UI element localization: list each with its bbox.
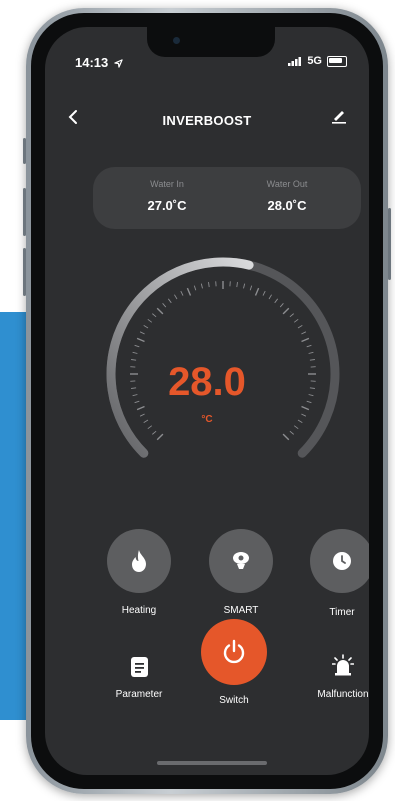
dial-tick (289, 430, 294, 435)
water-out-value: 28.0˚C (267, 198, 307, 213)
dial-tick (174, 294, 178, 300)
dial-tick (282, 433, 290, 441)
dial-tick (180, 290, 184, 296)
volume-up-button (23, 188, 26, 236)
water-out: Water Out 28.0˚C (227, 179, 347, 213)
dial-tick (243, 283, 246, 289)
dial-tick (262, 290, 266, 296)
dial-tick (301, 337, 310, 343)
smart-button[interactable] (209, 529, 273, 593)
location-arrow-icon (114, 59, 123, 68)
clock-icon (333, 552, 351, 570)
home-indicator (157, 761, 267, 765)
dial-tick (143, 325, 149, 329)
switch-label: Switch (219, 695, 249, 706)
camera-icon (173, 37, 180, 44)
app-screen: 14:13 5G INVERBOOST Water In 27.0˚C Wate… (45, 27, 369, 775)
temperature-value: 28.0 (168, 360, 246, 404)
dial-tick (200, 283, 203, 289)
document-icon (130, 657, 148, 677)
dial-tick (293, 425, 299, 430)
dial-tick (139, 331, 145, 335)
flame-icon (132, 550, 146, 572)
dial-tick (132, 351, 138, 354)
edit-icon[interactable] (331, 108, 347, 129)
dial-tick (308, 351, 314, 354)
water-in-label: Water In (150, 179, 184, 189)
water-temperature-card: Water In 27.0˚C Water Out 28.0˚C (93, 167, 361, 229)
dial-tick (134, 344, 140, 348)
water-out-label: Water Out (266, 179, 308, 189)
dial-tick (208, 282, 210, 288)
network-label: 5G (307, 55, 322, 67)
dial-tick (274, 298, 279, 304)
dial-tick (236, 282, 238, 288)
phone-frame: 14:13 5G INVERBOOST Water In 27.0˚C Wate… (23, 8, 391, 794)
page-title: INVERBOOST (162, 113, 252, 128)
timer-button[interactable] (310, 529, 369, 593)
heating-label: Heating (121, 605, 157, 616)
dial-tick (156, 307, 164, 315)
signal-icon (288, 56, 302, 66)
power-icon (223, 639, 245, 664)
dial-tick (282, 307, 290, 315)
dial-tick (279, 303, 284, 308)
smart-label: SMART (223, 605, 259, 616)
dial-tick (297, 325, 303, 329)
dial-tick (167, 298, 172, 304)
timer-label: Timer (329, 607, 355, 618)
dial-tick (268, 294, 272, 300)
malfunction-label: Malfunction (317, 689, 369, 700)
power-side-button (388, 208, 391, 280)
bezel: 14:13 5G INVERBOOST Water In 27.0˚C Wate… (31, 13, 383, 789)
status-indicators: 5G (288, 55, 347, 67)
dial-tick (136, 337, 145, 343)
switch-button[interactable] (201, 619, 267, 685)
battery-icon (327, 55, 347, 67)
temperature-unit: °C (201, 414, 213, 425)
dial-tick (162, 303, 167, 308)
dial-tick (152, 313, 157, 318)
notch (147, 27, 275, 57)
dial-tick (136, 405, 145, 411)
alarm-icon (332, 654, 354, 676)
dial-tick (249, 285, 253, 291)
dial-tick (289, 313, 294, 318)
status-time: 14:13 (75, 55, 123, 70)
dial-tick (293, 318, 299, 323)
dial-tick (193, 285, 197, 291)
water-in-value: 27.0˚C (147, 198, 187, 213)
dial-tick (254, 287, 260, 296)
heating-button[interactable] (107, 529, 171, 593)
parameter-button[interactable] (127, 655, 151, 679)
dial-tick (301, 331, 307, 335)
water-in: Water In 27.0˚C (107, 179, 227, 213)
dial-tick (186, 287, 192, 296)
dial-tick (152, 430, 157, 435)
smart-icon (233, 552, 249, 569)
dial-tick (306, 344, 312, 348)
volume-down-button (23, 248, 26, 296)
silent-switch (23, 138, 26, 164)
dial-tick (301, 405, 310, 411)
parameter-label: Parameter (115, 689, 163, 700)
dial-tick (156, 433, 164, 441)
malfunction-button[interactable] (331, 653, 355, 677)
dial-tick (147, 425, 153, 430)
dial-tick (147, 318, 153, 323)
